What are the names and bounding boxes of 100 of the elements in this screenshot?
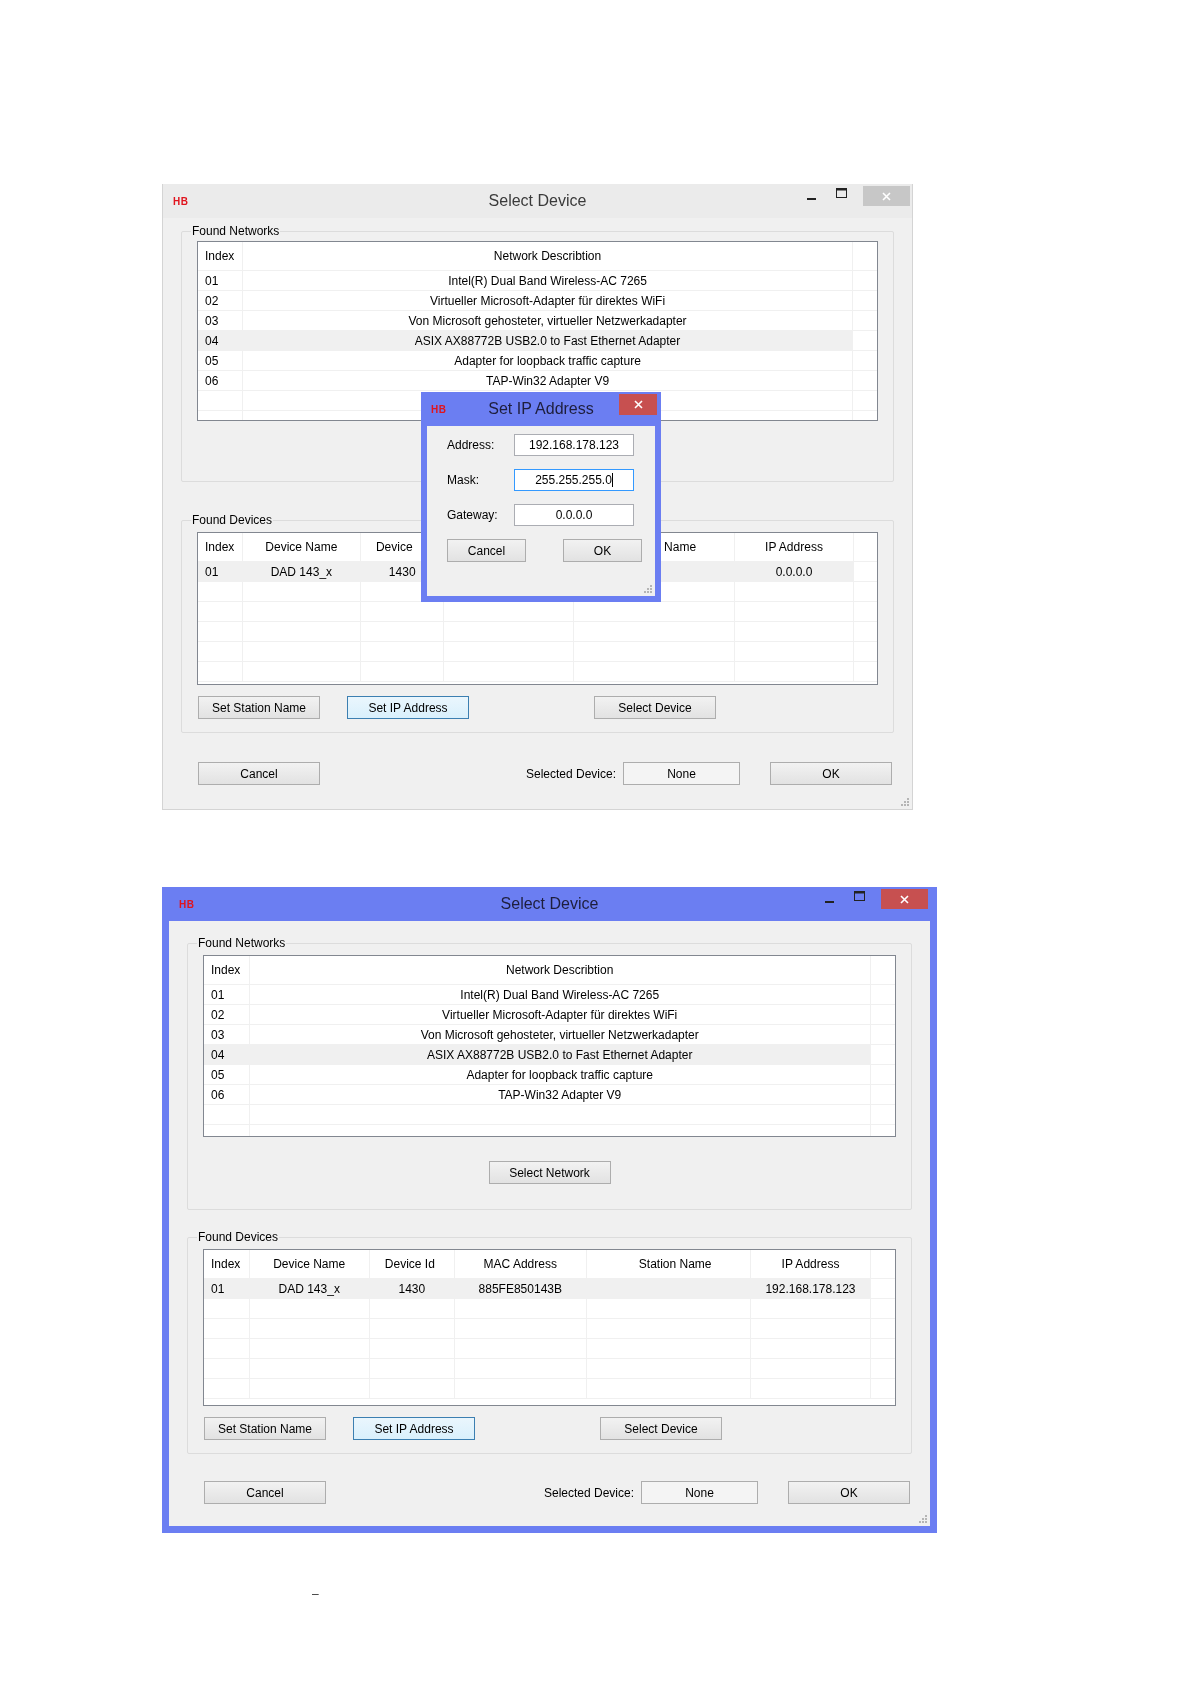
selected-device-field: None [623,762,740,785]
table-cell: Adapter for loopback traffic capture [466,1067,653,1082]
table-row[interactable]: 05 Adapter for loopback traffic capture [204,1065,895,1085]
table-cell: 04 [205,333,219,348]
column-header: Network Describtion [493,249,602,263]
window-title: Select Device [488,192,587,209]
table-cell: 06 [211,1087,225,1102]
table-cell: 03 [205,313,219,328]
group-label: Found Devices [197,1230,280,1244]
select-network-button[interactable]: Select Network [488,1161,611,1184]
dialog-button[interactable]: Cancel [447,539,526,562]
ok-button[interactable]: OK [788,1481,910,1504]
table-cell: 05 [205,353,219,368]
column-header: Index [205,249,235,263]
resize-grip-icon [901,798,909,806]
table-cell: Adapter for loopback traffic capture [454,353,641,368]
column-header: Station Name [638,1257,712,1271]
column-header: Device Name [273,1257,346,1271]
dialog-button[interactable]: OK [563,539,642,562]
table-cell: ASIX AX88772B USB2.0 to Fast Ethernet Adapter [426,1047,693,1062]
app-logo: HB [431,403,447,415]
app-logo: HB [173,195,189,207]
table-cell: 05 [211,1067,225,1082]
app-logo: HB [179,898,195,910]
resize-grip-icon [919,1515,927,1523]
column-header: MAC Address [483,1257,557,1271]
field-label: Address: [447,438,496,452]
table-cell: Virtueller Microsoft-Adapter für direktes WiFi [429,293,666,308]
table-cell: 0.0.0.0 [775,564,813,579]
column-header: Network Describtion [506,963,614,977]
table-cell: Intel(R) Dual Band Wireless-AC 7265 [448,273,647,288]
table-cell: TAP-Win32 Adapter V9 [498,1087,622,1102]
table-cell: 01 [205,564,219,579]
table-cell: Intel(R) Dual Band Wireless-AC 7265 [460,987,660,1002]
table-cell: 02 [205,293,219,308]
table-cell: 06 [205,373,219,388]
table-row[interactable]: 02 Virtueller Microsoft-Adapter für direktes WiFi [198,291,877,311]
selected-device-label: Selected Device: [543,1485,634,1500]
page-mark: – [312,1587,319,1601]
table-cell: 1430 [398,1281,426,1296]
window-title: Set IP Address [488,400,594,417]
field-label: Mask: [447,473,480,487]
table-cell: Virtueller Microsoft-Adapter für direktes WiFi [442,1007,678,1022]
cancel-button[interactable]: Cancel [204,1481,326,1504]
ok-button[interactable]: OK [770,762,892,785]
window-title: Select Device [500,895,599,912]
table-cell: 192.168.178.123 [765,1281,856,1296]
table-cell: Von Microsoft gehosteter, virtueller Netzwerkadapter [420,1027,699,1042]
column-header: Device Name [265,540,338,554]
table-row[interactable]: 05 Adapter for loopback traffic capture [198,351,877,371]
close-button[interactable] [881,889,928,909]
table-cell: 01 [205,273,219,288]
selected-device-field: None [641,1481,758,1504]
action-button[interactable]: Set IP Address [347,696,469,719]
group-label: Found Networks [191,224,281,238]
group-label: Found Networks [197,936,287,950]
input-field[interactable]: 255.255.255.0 [514,469,634,491]
column-header: Device [375,540,413,554]
column-header: Index [205,540,235,554]
action-button[interactable]: Set Station Name [198,696,320,719]
table-row[interactable]: 06 TAP-Win32 Adapter V9 [204,1085,895,1105]
table-cell: 02 [211,1007,225,1022]
column-header: Device Id [384,1257,435,1271]
input-field[interactable]: 192.168.178.123 [514,434,634,456]
table-row[interactable]: 06 TAP-Win32 Adapter V9 [198,371,877,391]
action-button[interactable]: Set IP Address [353,1417,475,1440]
table-cell: DAD 143_x [278,1281,340,1296]
column-header: Index [211,963,241,977]
input-field[interactable]: 0.0.0.0 [514,504,634,526]
selected-device-label: Selected Device: [525,766,616,781]
action-button[interactable]: Set Station Name [204,1417,326,1440]
table-cell: 01 [211,987,225,1002]
field-label: Gateway: [447,508,499,522]
table-cell: ASIX AX88772B USB2.0 to Fast Ethernet Adapter [414,333,681,348]
table-cell: TAP-Win32 Adapter V9 [485,373,610,388]
group-label: Found Devices [191,513,274,527]
resize-grip-icon [644,585,652,593]
column-header: IP Address [781,1257,840,1271]
close-icon [900,894,909,904]
table-cell: 03 [211,1027,225,1042]
table-cell: 885FE850143B [478,1281,562,1296]
column-header: Name [664,540,697,554]
table-row[interactable]: 01 Intel(R) Dual Band Wireless-AC 7265 [204,985,895,1005]
maximize-icon[interactable] [836,188,847,198]
table-row[interactable]: 02 Virtueller Microsoft-Adapter für direktes WiFi [204,1005,895,1025]
close-icon [633,400,643,409]
table-row[interactable]: 01 DAD 143_x 1430 885FE850143B 192.168.178.123 [204,1279,895,1299]
table-cell: 04 [211,1047,225,1062]
column-header: IP Address [765,540,823,554]
table-cell: 01 [211,1281,225,1296]
table-cell: DAD 143_x [270,564,333,579]
table-row[interactable]: 01 Intel(R) Dual Band Wireless-AC 7265 [198,271,877,291]
column-header: Index [211,1257,241,1271]
action-button[interactable]: Select Device [594,696,716,719]
table-cell: Von Microsoft gehosteter, virtueller Netzwerkadapter [408,313,687,328]
close-icon [882,191,891,201]
cancel-button[interactable]: Cancel [198,762,320,785]
action-button[interactable]: Select Device [600,1417,722,1440]
table-cell: 1430 [388,564,416,579]
close-button[interactable] [619,394,657,415]
